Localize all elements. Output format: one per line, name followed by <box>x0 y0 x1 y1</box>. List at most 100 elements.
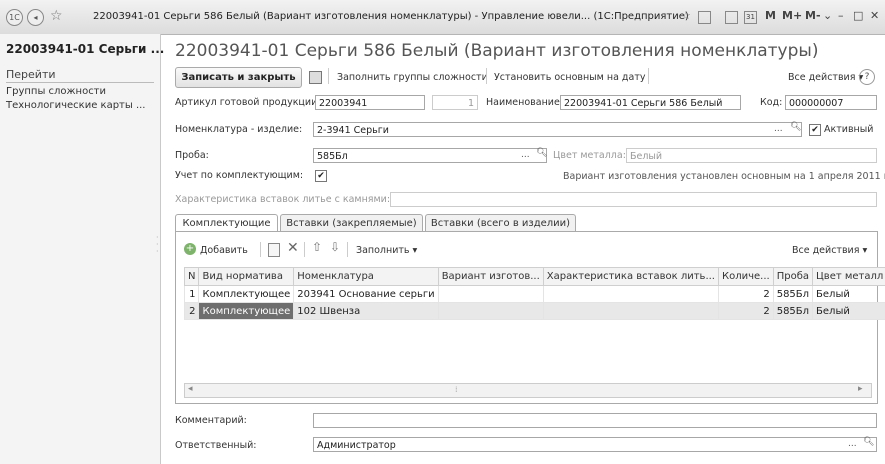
set-main-on-date-button[interactable]: Установить основным на дату <box>494 72 645 83</box>
comment-label: Комментарий: <box>175 415 247 426</box>
article-label: Артикул готовой продукции: <box>175 97 321 108</box>
column-header-inserts-characteristic[interactable]: Характеристика вставок лить... <box>542 267 719 286</box>
dropdown-chevron-icon[interactable]: ⌄ <box>823 9 832 22</box>
calendar-icon[interactable]: 31 <box>744 11 757 24</box>
inserts-characteristic-label: Характеристика вставок литье с камнями: <box>175 194 391 205</box>
copy-icon[interactable] <box>268 243 280 257</box>
column-header-proba[interactable]: Проба <box>772 267 814 286</box>
table-row[interactable]: 2 Комплектующее 102 Швенза 2 585Бл Белый <box>183 302 885 320</box>
sidebar-resize-handle[interactable]: · · · <box>156 234 159 256</box>
metal-color-label: Цвет металла: <box>553 150 626 161</box>
sidebar-title: 22003941-01 Серьги ... <box>6 42 165 56</box>
cell-nomenclature[interactable]: 203941 Основание серьги <box>293 285 439 303</box>
back-icon[interactable]: ◂ <box>27 9 44 26</box>
name-field[interactable]: 22003941-01 Серьги 586 Белый <box>560 95 741 110</box>
proba-select-ellipsis[interactable]: ... <box>521 150 530 160</box>
cell-variant[interactable] <box>437 302 544 320</box>
tab-inserts-total[interactable]: Вставки (всего в изделии) <box>425 214 576 232</box>
cell-proba[interactable]: 585Бл <box>772 285 814 303</box>
active-checkbox[interactable]: ✔ <box>809 124 821 136</box>
number-field[interactable]: 1 <box>432 95 478 110</box>
proba-search-icon[interactable]: 🔍︎ <box>536 148 547 158</box>
column-header-nomenclature[interactable]: Номенклатура <box>293 267 439 286</box>
code-label: Код: <box>760 97 783 108</box>
move-down-icon[interactable]: ⇩ <box>330 240 340 254</box>
cell-norm-type[interactable]: Комплектующее <box>198 285 295 303</box>
inserts-characteristic-field[interactable] <box>390 192 877 207</box>
form-title: 22003941-01 Серьги 586 Белый (Вариант из… <box>175 41 819 61</box>
favorite-star-icon[interactable]: ☆ <box>50 8 63 24</box>
nomenclature-field[interactable]: 2-3941 Серьги <box>313 122 802 137</box>
navigation-sidebar: 22003941-01 Серьги ... Перейти Группы сл… <box>0 34 165 464</box>
components-accounting-checkbox[interactable]: ✔ <box>315 170 327 182</box>
delete-icon[interactable]: ✕ <box>287 240 299 256</box>
select-ellipsis-button[interactable]: ... <box>774 124 783 134</box>
metal-color-field[interactable]: Белый <box>626 148 877 163</box>
column-header-variant[interactable]: Вариант изготов... <box>437 267 544 286</box>
comment-field[interactable] <box>313 413 877 428</box>
maximize-icon[interactable]: □ <box>853 9 863 22</box>
help-icon[interactable]: ? <box>859 69 875 85</box>
responsible-select-ellipsis[interactable]: ... <box>848 439 857 449</box>
minimize-icon[interactable]: – <box>838 9 844 22</box>
save-icon[interactable] <box>309 71 322 84</box>
column-header-n[interactable]: N <box>183 267 200 286</box>
components-table: N Вид норматива Номенклатура Вариант изг… <box>183 267 885 320</box>
cell-metal-color[interactable]: Белый <box>812 302 885 320</box>
table-horizontal-scrollbar[interactable]: ◂ ⁞ ▸ <box>184 383 872 398</box>
fill-table-button[interactable]: Заполнить ▾ <box>356 245 417 256</box>
responsible-search-icon[interactable]: 🔍︎ <box>863 437 874 447</box>
cell-quantity[interactable]: 2 <box>717 302 774 320</box>
close-icon[interactable]: ✕ <box>870 9 879 22</box>
sidebar-nav-header: Перейти <box>6 68 56 81</box>
table-all-actions-button[interactable]: Все действия ▾ <box>792 245 867 256</box>
cell-n[interactable]: 1 <box>183 285 200 303</box>
fill-complexity-groups-button[interactable]: Заполнить группы сложности <box>337 72 488 83</box>
active-label: Активный <box>824 124 874 135</box>
scroll-left-icon[interactable]: ◂ <box>188 384 193 394</box>
components-accounting-label: Учет по комплектующим: <box>175 170 304 181</box>
cell-nomenclature[interactable]: 102 Швенза <box>293 302 439 320</box>
sidebar-item-complexity-groups[interactable]: Группы сложности <box>6 86 106 97</box>
app-menu-icon[interactable]: 1C <box>6 9 23 26</box>
save-close-button[interactable]: Записать и закрыть <box>175 67 302 88</box>
add-row-button[interactable]: Добавить <box>200 245 248 256</box>
add-icon[interactable]: + <box>184 243 196 255</box>
memory-m-button[interactable]: M <box>765 9 776 22</box>
favorite-star-icon-2[interactable]: ☆ <box>681 9 691 22</box>
cell-n[interactable]: 2 <box>183 302 200 320</box>
nomenclature-label: Номенклатура - изделие: <box>175 124 303 135</box>
window-title: 22003941-01 Серьги 586 Белый (Вариант из… <box>93 11 689 22</box>
cell-norm-type[interactable]: Комплектующее <box>198 302 295 320</box>
scroll-thumb-grip[interactable]: ⁞ <box>455 385 458 394</box>
link-icon[interactable] <box>698 11 711 24</box>
cell-metal-color[interactable]: Белый <box>812 285 885 303</box>
move-up-icon[interactable]: ⇧ <box>312 240 322 254</box>
all-actions-button[interactable]: Все действия ▾ <box>788 72 863 83</box>
column-header-norm-type[interactable]: Вид норматива <box>198 267 295 286</box>
article-field[interactable]: 22003941 <box>315 95 425 110</box>
open-search-icon[interactable]: 🔍︎ <box>790 122 801 132</box>
responsible-field[interactable]: Администратор <box>313 437 877 452</box>
proba-field[interactable]: 585Бл <box>313 148 547 163</box>
memory-plus-button[interactable]: M+ <box>782 9 802 22</box>
cell-inserts-characteristic[interactable] <box>542 302 719 320</box>
table-row[interactable]: 1 Комплектующее 203941 Основание серьги … <box>183 285 885 303</box>
responsible-label: Ответственный: <box>175 440 257 451</box>
table-toolbar-divider <box>260 242 261 257</box>
calculator-icon[interactable] <box>725 11 738 24</box>
memory-minus-button[interactable]: M- <box>805 9 821 22</box>
toolbar-divider <box>328 68 329 84</box>
cell-inserts-characteristic[interactable] <box>542 285 719 303</box>
tab-inserts-fixed[interactable]: Вставки (закрепляемые) <box>280 214 423 232</box>
column-header-quantity[interactable]: Количе... <box>717 267 774 286</box>
code-field[interactable]: 000000007 <box>785 95 877 110</box>
cell-variant[interactable] <box>437 285 544 303</box>
column-header-metal-color[interactable]: Цвет металл <box>812 267 885 286</box>
table-toolbar-divider-3 <box>347 242 348 257</box>
scroll-right-icon[interactable]: ▸ <box>858 384 863 394</box>
toolbar-divider-2 <box>486 68 487 84</box>
cell-quantity[interactable]: 2 <box>717 285 774 303</box>
cell-proba[interactable]: 585Бл <box>772 302 814 320</box>
sidebar-item-tech-maps[interactable]: Технологические карты ... <box>6 100 145 111</box>
